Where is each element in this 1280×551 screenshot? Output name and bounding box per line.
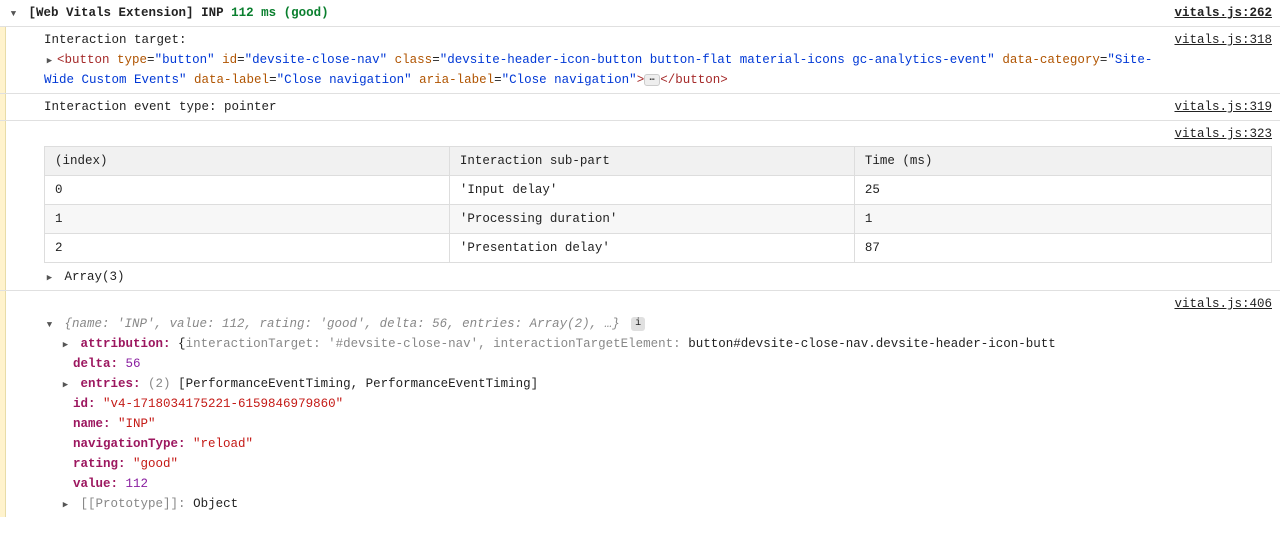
- table-header: (index): [45, 147, 450, 176]
- prop-val-navtype: "reload": [193, 437, 253, 451]
- disclosure-toggle[interactable]: [60, 494, 71, 514]
- table-row: 0 'Input delay' 25: [45, 176, 1272, 205]
- console-row-interaction-target: Interaction target: <button type="button…: [0, 27, 1280, 94]
- header-metric: INP: [201, 6, 224, 20]
- prop-val-delta: 56: [126, 357, 141, 371]
- prop-key-delta: delta:: [73, 357, 118, 371]
- prop-key-name: name:: [73, 417, 111, 431]
- source-link[interactable]: vitals.js:262: [1166, 0, 1280, 26]
- source-link[interactable]: vitals.js:323: [1174, 124, 1272, 144]
- interaction-target-element[interactable]: <button type="button" id="devsite-close-…: [44, 50, 1158, 90]
- prop-key-id: id:: [73, 397, 96, 411]
- prop-key-rating: rating:: [73, 457, 126, 471]
- disclosure-toggle[interactable]: [60, 334, 71, 354]
- console-row-event-type: Interaction event type: pointer vitals.j…: [0, 94, 1280, 121]
- prop-val-id: "v4-1718034175221-6159846979860": [103, 397, 343, 411]
- prop-val-name: "INP": [118, 417, 156, 431]
- table-row: 1 'Processing duration' 1: [45, 205, 1272, 234]
- ellipsis-button[interactable]: ⋯: [644, 74, 660, 86]
- prop-val-rating: "good": [133, 457, 178, 471]
- object-preview[interactable]: {name: 'INP', value: 112, rating: 'good'…: [65, 317, 620, 331]
- table-row: 2 'Presentation delay' 87: [45, 234, 1272, 263]
- header-prefix: [Web Vitals Extension]: [29, 6, 194, 20]
- disclosure-toggle[interactable]: [8, 3, 19, 23]
- info-icon[interactable]: i: [631, 317, 645, 331]
- console-row-header: [Web Vitals Extension] INP 112 ms (good)…: [0, 0, 1280, 27]
- disclosure-toggle[interactable]: [44, 50, 55, 70]
- event-type-label: Interaction event type:: [44, 100, 217, 114]
- prop-key-prototype[interactable]: [[Prototype]]:: [81, 497, 186, 511]
- header-value: 112 ms: [231, 6, 276, 20]
- source-link[interactable]: vitals.js:406: [1174, 294, 1272, 314]
- prop-key-entries[interactable]: entries:: [81, 377, 141, 391]
- source-link[interactable]: vitals.js:319: [1166, 94, 1280, 120]
- console-row-object: vitals.js:406 {name: 'INP', value: 112, …: [0, 291, 1280, 517]
- header-rating: (good): [284, 6, 329, 20]
- interaction-target-label: Interaction target:: [44, 30, 1158, 50]
- prop-val-value: 112: [126, 477, 149, 491]
- console-row-table: vitals.js:323 (index) Interaction sub-pa…: [0, 121, 1280, 291]
- prop-val-prototype: Object: [193, 497, 238, 511]
- table-header: Interaction sub-part: [449, 147, 854, 176]
- disclosure-toggle[interactable]: [44, 314, 55, 334]
- subpart-table: (index) Interaction sub-part Time (ms) 0…: [44, 146, 1272, 263]
- source-link[interactable]: vitals.js:318: [1166, 27, 1280, 93]
- prop-key-attribution[interactable]: attribution:: [81, 337, 171, 351]
- event-type-value: pointer: [224, 100, 277, 114]
- table-footer[interactable]: Array(3): [65, 270, 125, 284]
- disclosure-toggle[interactable]: [44, 267, 55, 287]
- disclosure-toggle[interactable]: [60, 374, 71, 394]
- table-header: Time (ms): [854, 147, 1271, 176]
- prop-key-value: value:: [73, 477, 118, 491]
- prop-key-navtype: navigationType:: [73, 437, 186, 451]
